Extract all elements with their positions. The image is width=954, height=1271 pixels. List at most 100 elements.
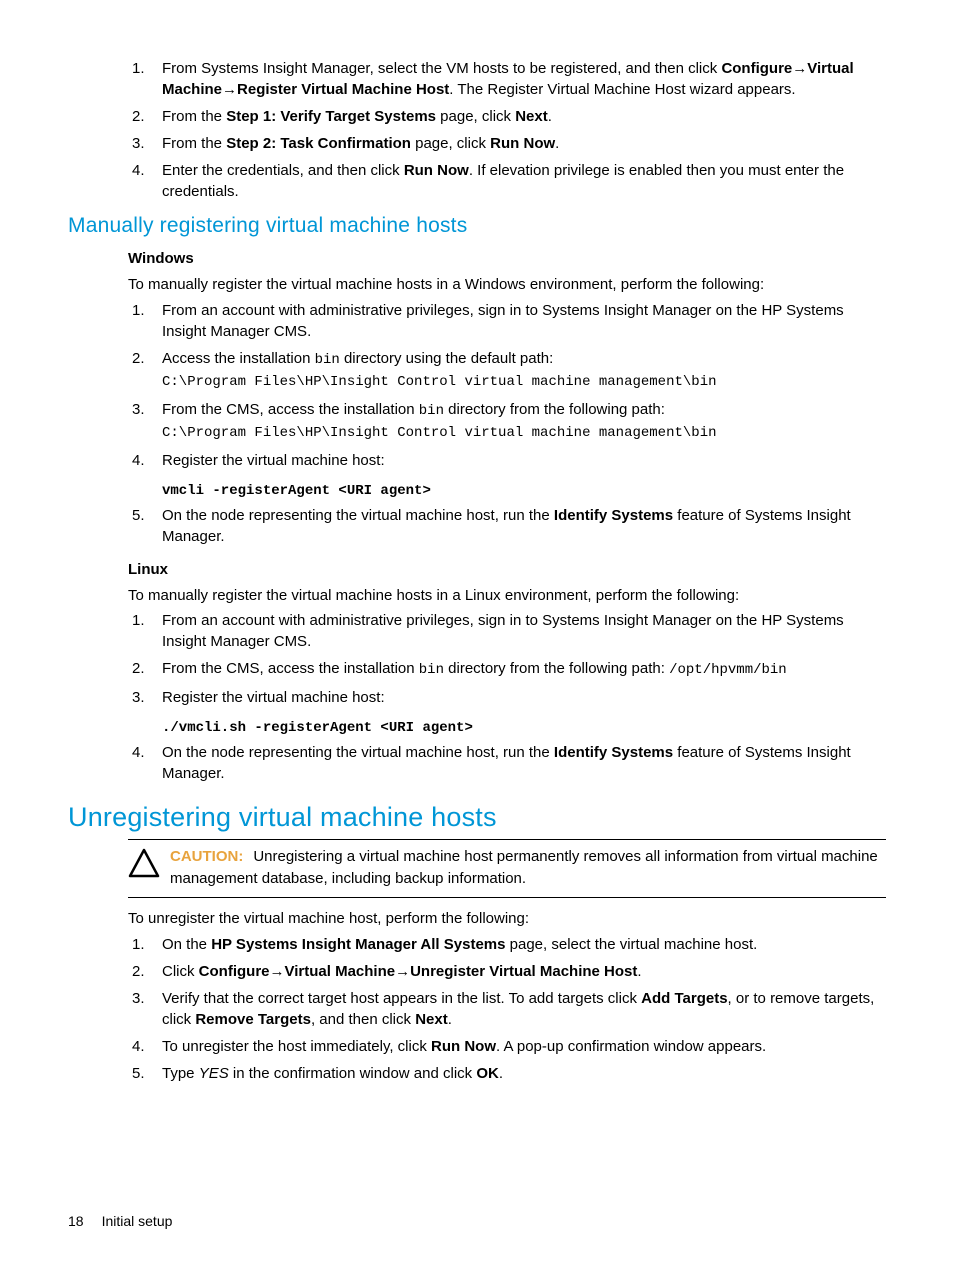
text: . (637, 963, 641, 980)
os-label-windows: Windows (128, 248, 886, 270)
text: Access the installation (162, 350, 315, 367)
text: From the CMS, access the installation (162, 401, 419, 418)
list-item: To unregister the host immediately, clic… (162, 1036, 886, 1057)
arrow-icon: → (270, 963, 285, 980)
text: , and then click (311, 1011, 415, 1028)
text: Register the virtual machine host: (162, 689, 385, 706)
text: From the (162, 135, 226, 152)
page-number: 18 (68, 1213, 84, 1229)
list-item: From an account with administrative priv… (162, 610, 886, 652)
page-footer: 18 Initial setup (68, 1213, 172, 1229)
text: directory from the following path: (444, 660, 669, 677)
list-item: Verify that the correct target host appe… (162, 988, 886, 1030)
list-item: From the Step 1: Verify Target Systems p… (162, 106, 886, 127)
code-inline: bin (315, 352, 340, 368)
text: page, click (411, 135, 490, 152)
list-item: Click Configure→Virtual Machine→Unregist… (162, 961, 886, 982)
list-item: Enter the credentials, and then click Ru… (162, 160, 886, 202)
ui-label: Step 2: Task Confirmation (226, 135, 411, 152)
text: To unregister the host immediately, clic… (162, 1038, 431, 1055)
text: From the (162, 108, 226, 125)
text: Type (162, 1065, 199, 1082)
caution-icon (128, 848, 164, 882)
list-item: On the node representing the virtual mac… (162, 505, 886, 547)
arrow-icon: → (395, 963, 410, 980)
ordered-list: From Systems Insight Manager, select the… (68, 58, 886, 202)
list-item: Type YES in the confirmation window and … (162, 1063, 886, 1084)
ui-path: Configure (721, 60, 792, 77)
text: On the node representing the virtual mac… (162, 507, 554, 524)
list-item: From the CMS, access the installation bi… (162, 399, 886, 444)
code-block: ./vmcli.sh -registerAgent <URI agent> (162, 720, 886, 736)
text: From an account with administrative priv… (162, 612, 844, 650)
caution-label: CAUTION: (170, 848, 243, 865)
text: . (448, 1011, 452, 1028)
text: in the confirmation window and click (229, 1065, 477, 1082)
heading-unregister: Unregistering virtual machine hosts (68, 802, 886, 833)
ui-label: Step 1: Verify Target Systems (226, 108, 436, 125)
text: page, select the virtual machine host. (505, 936, 757, 953)
ui-label: Identify Systems (554, 507, 673, 524)
text: Register the virtual machine host: (162, 452, 385, 469)
text: Click (162, 963, 199, 980)
code-inline: bin (419, 662, 444, 678)
ordered-list: On the node representing the virtual mac… (68, 505, 886, 547)
caution-text: CAUTION:Unregistering a virtual machine … (170, 846, 886, 890)
footer-section: Initial setup (102, 1213, 173, 1229)
paragraph: To manually register the virtual machine… (128, 585, 886, 607)
ui-label: Run Now (490, 135, 555, 152)
text: From Systems Insight Manager, select the… (162, 60, 721, 77)
text: . (555, 135, 559, 152)
ui-path: Virtual Machine (285, 963, 396, 980)
paragraph: To manually register the virtual machine… (128, 274, 886, 296)
ordered-list: From an account with administrative priv… (68, 610, 886, 708)
list-item: Register the virtual machine host: (162, 450, 886, 471)
code-inline: bin (419, 403, 444, 419)
text: Enter the credentials, and then click (162, 162, 404, 179)
paragraph: To unregister the virtual machine host, … (128, 908, 886, 930)
ordered-list: From an account with administrative priv… (68, 300, 886, 471)
code-inline: /opt/hpvmm/bin (669, 662, 787, 678)
text: . (499, 1065, 503, 1082)
list-item: On the node representing the virtual mac… (162, 742, 886, 784)
ui-label: Identify Systems (554, 744, 673, 761)
ui-path: Configure (199, 963, 270, 980)
caution-box: CAUTION:Unregistering a virtual machine … (128, 839, 886, 899)
ordered-list: On the HP Systems Insight Manager All Sy… (68, 934, 886, 1084)
ui-path: Register Virtual Machine Host (237, 81, 449, 98)
ordered-list: On the node representing the virtual mac… (68, 742, 886, 784)
arrow-icon: → (792, 60, 807, 77)
text: page, click (436, 108, 515, 125)
list-item: Register the virtual machine host: (162, 687, 886, 708)
ui-label: Add Targets (641, 990, 727, 1007)
list-item: From the CMS, access the installation bi… (162, 658, 886, 681)
code-line: C:\Program Files\HP\Insight Control virt… (162, 374, 717, 390)
ui-path: Unregister Virtual Machine Host (410, 963, 637, 980)
list-item: On the HP Systems Insight Manager All Sy… (162, 934, 886, 955)
text: From an account with administrative priv… (162, 302, 844, 340)
text: On the (162, 936, 211, 953)
text: On the node representing the virtual mac… (162, 744, 554, 761)
text: . A pop-up confirmation window appears. (496, 1038, 766, 1055)
list-item: Access the installation bin directory us… (162, 348, 886, 393)
user-input: YES (199, 1065, 229, 1082)
text: From the CMS, access the installation (162, 660, 419, 677)
code-block: vmcli -registerAgent <URI agent> (162, 483, 886, 499)
text: . (548, 108, 552, 125)
list-item: From Systems Insight Manager, select the… (162, 58, 886, 100)
arrow-icon: → (222, 81, 237, 98)
document-page: From Systems Insight Manager, select the… (0, 0, 954, 1271)
heading-manual-register: Manually registering virtual machine hos… (68, 214, 886, 238)
ui-label: Next (415, 1011, 448, 1028)
text: directory using the default path: (340, 350, 553, 367)
list-item: From the Step 2: Task Confirmation page,… (162, 133, 886, 154)
os-label-linux: Linux (128, 559, 886, 581)
text: Unregistering a virtual machine host per… (170, 848, 878, 887)
code-line: C:\Program Files\HP\Insight Control virt… (162, 425, 717, 441)
ui-label: HP Systems Insight Manager All Systems (211, 936, 505, 953)
text: directory from the following path: (444, 401, 665, 418)
ui-label: Run Now (404, 162, 469, 179)
ui-label: Next (515, 108, 548, 125)
text: Verify that the correct target host appe… (162, 990, 641, 1007)
ui-label: OK (476, 1065, 499, 1082)
